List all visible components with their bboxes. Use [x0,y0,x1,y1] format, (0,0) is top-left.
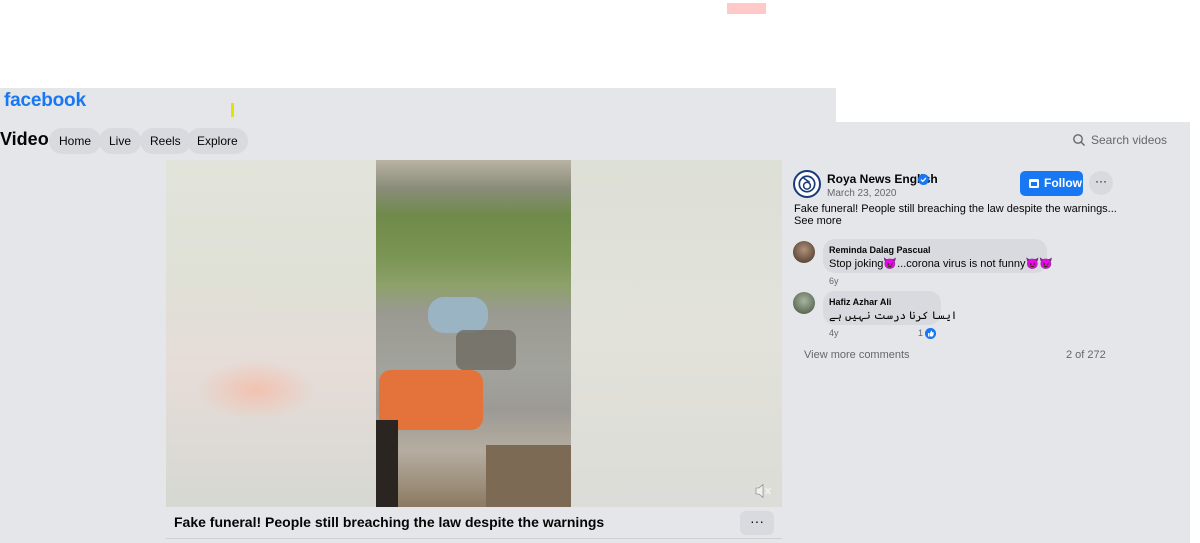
nav-live-button[interactable]: Live [99,128,142,154]
post-more-options-button[interactable]: ··· [1089,171,1113,195]
nav-home-button[interactable]: Home [49,128,102,154]
comment-like-count: 1 [918,328,924,338]
mute-icon[interactable] [754,483,772,499]
video-pole [376,420,398,507]
comment-author[interactable]: Hafiz Azhar Ali [829,297,891,307]
search-placeholder: Search videos [1091,133,1168,147]
video-title: Fake funeral! People still breaching the… [174,514,605,530]
view-more-comments-link[interactable]: View more comments [804,349,910,361]
video-blur-left [166,160,376,507]
like-icon[interactable] [925,328,936,339]
avatar[interactable] [793,292,815,314]
post-text: Fake funeral! People still breaching the… [794,203,1117,215]
comment-age[interactable]: 4y [829,328,839,338]
follow-label: Follow [1044,176,1082,190]
search-icon [1073,134,1085,146]
follow-page-icon [1029,179,1039,188]
video-player[interactable] [166,160,782,507]
video-people [456,330,516,370]
comment-count: 2 of 272 [1066,349,1106,361]
comment-author[interactable]: Reminda Dalag Pascual [829,245,931,255]
page-title: Video [0,129,49,149]
see-more-link[interactable]: See more [794,215,842,227]
page-avatar[interactable] [793,170,821,198]
text-cursor-mark [231,103,234,117]
verified-badge-icon [918,174,929,185]
video-car-blue [428,297,488,333]
comment-text: ایسا کرنا درست نہیں ہے [829,310,958,322]
post-date[interactable]: March 23, 2020 [827,188,897,199]
video-wall [486,445,571,507]
comment-age[interactable]: 6y [829,276,839,286]
facebook-top-bar [0,88,836,123]
video-more-options-button[interactable]: ··· [740,511,774,535]
nav-reels-button[interactable]: Reels [140,128,191,154]
facebook-logo[interactable]: facebook [4,90,86,112]
divider [166,538,782,539]
comment-text: Stop joking😈...corona virus is not funny… [829,258,1053,270]
avatar[interactable] [793,241,815,263]
nav-explore-button[interactable]: Explore [187,128,248,154]
decorative-highlight [727,3,766,14]
video-blur-right [571,160,782,507]
video-blur-spot [196,360,316,420]
